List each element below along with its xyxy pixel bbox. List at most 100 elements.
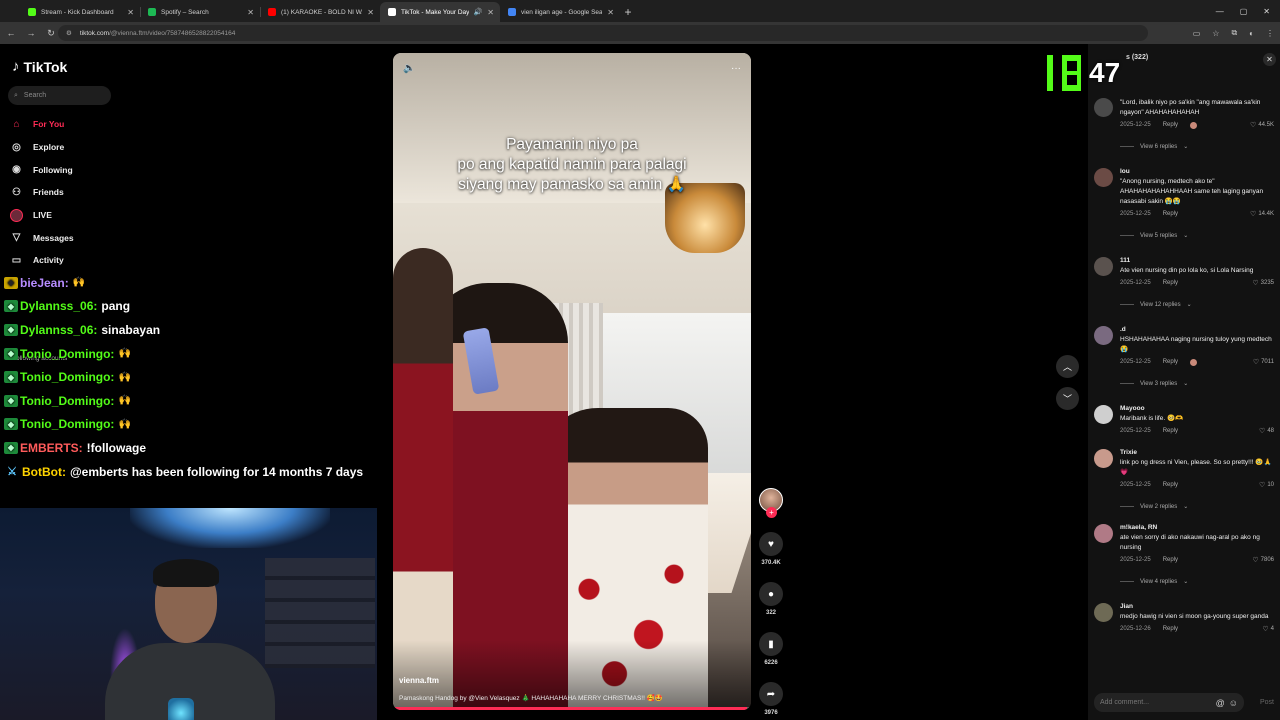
tab-close-icon[interactable]: ✕ xyxy=(127,8,134,17)
view-replies-button[interactable]: View 3 replies ⌄ xyxy=(1120,380,1274,387)
reply-button[interactable]: Reply xyxy=(1163,280,1178,286)
chat-username[interactable]: EMBERTS: xyxy=(20,441,83,455)
chat-username[interactable]: BotBot: xyxy=(22,465,66,479)
comment-like-button[interactable]: ♡ 3235 xyxy=(1252,279,1274,287)
view-replies-button[interactable]: View 2 replies ⌄ xyxy=(1120,503,1274,510)
search-input[interactable]: ⌕ Search xyxy=(8,86,111,105)
commenter-avatar[interactable] xyxy=(1094,449,1113,468)
commenter-avatar[interactable] xyxy=(1094,326,1113,345)
comment-button[interactable]: ● xyxy=(759,582,783,606)
minimize-icon[interactable]: — xyxy=(1216,7,1224,16)
chat-username[interactable]: Tonio_Domingo: xyxy=(20,370,114,384)
chat-message: ◆ Tonio_Domingo: 🙌 xyxy=(4,413,396,437)
maximize-icon[interactable]: ▢ xyxy=(1240,7,1248,16)
sidebar-item-for-you[interactable]: ⌂ For You xyxy=(10,113,74,136)
comment-like-button[interactable]: ♡ 44.5K xyxy=(1250,121,1274,129)
comment-like-button[interactable]: ♡ 48 xyxy=(1259,427,1274,435)
reply-button[interactable]: Reply xyxy=(1163,211,1178,217)
view-replies-button[interactable]: View 4 replies ⌄ xyxy=(1120,578,1274,585)
forward-icon[interactable]: → xyxy=(26,28,36,38)
commenter-avatar[interactable] xyxy=(1094,524,1113,543)
tab-close-icon[interactable]: ✕ xyxy=(607,8,614,17)
browser-tab[interactable]: (1) KARAOKE - BOLD NI WALLY ✕ xyxy=(260,2,380,22)
chat-username[interactable]: Tonio_Domingo: xyxy=(20,347,114,361)
comment-username[interactable]: Trixie xyxy=(1120,449,1274,456)
more-options-icon[interactable]: ··· xyxy=(731,63,741,74)
video-author[interactable]: vienna.ftm xyxy=(399,676,439,685)
extensions-icon[interactable]: ⧉ xyxy=(1231,28,1237,38)
reload-icon[interactable]: ↻ xyxy=(46,28,56,39)
tiktok-logo[interactable]: ♪ TikTok xyxy=(12,58,67,75)
bookmark-star-icon[interactable]: ☆ xyxy=(1212,29,1219,38)
close-window-icon[interactable]: ✕ xyxy=(1263,7,1270,16)
sidebar-item-friends[interactable]: ⚇ Friends xyxy=(10,181,74,204)
tab-audio-icon[interactable]: 🔊 xyxy=(474,8,483,16)
address-bar[interactable]: ⚙ tiktok.com/@vienna.ftm/video/758748652… xyxy=(58,25,1148,41)
chat-username[interactable]: bieJean: xyxy=(20,276,69,290)
video-progress-bar[interactable] xyxy=(393,707,751,710)
comment-like-button[interactable]: ♡ 14.4K xyxy=(1250,210,1274,218)
chat-username[interactable]: Tonio_Domingo: xyxy=(20,417,114,431)
share-button[interactable]: ➦ xyxy=(759,682,783,706)
sidebar-item-live[interactable]: LIVE xyxy=(10,204,74,227)
close-comments-button[interactable]: ✕ xyxy=(1263,53,1276,66)
previous-video-button[interactable]: ︿ xyxy=(1056,355,1079,378)
commenter-avatar[interactable] xyxy=(1094,603,1113,622)
comment-input[interactable]: Add comment... @ ☺ xyxy=(1094,693,1244,712)
comment-username[interactable]: Jian xyxy=(1120,603,1274,610)
comment-like-button[interactable]: ♡ 10 xyxy=(1259,481,1274,489)
commenter-avatar[interactable] xyxy=(1094,405,1113,424)
comment-username[interactable]: 111 xyxy=(1120,257,1274,264)
commenter-avatar[interactable] xyxy=(1094,257,1113,276)
comment-like-button[interactable]: ♡ 7806 xyxy=(1252,556,1274,564)
follow-plus-icon[interactable]: + xyxy=(766,507,777,518)
sidebar-item-following[interactable]: ◉ Following xyxy=(10,158,74,181)
sidebar-item-activity[interactable]: ▭ Activity xyxy=(10,249,74,272)
chat-username[interactable]: Dylannss_06: xyxy=(20,299,97,313)
commenter-avatar[interactable] xyxy=(1094,168,1113,187)
emoji-icon[interactable]: ☺ xyxy=(1229,698,1238,708)
view-replies-button[interactable]: View 12 replies ⌄ xyxy=(1120,301,1274,308)
commenter-avatar[interactable] xyxy=(1094,98,1113,117)
reply-button[interactable]: Reply xyxy=(1163,482,1178,488)
back-icon[interactable]: ← xyxy=(6,28,16,38)
volume-icon[interactable]: 🔈 xyxy=(403,63,415,74)
post-comment-button[interactable]: Post xyxy=(1260,699,1274,706)
cast-icon[interactable]: ▭ xyxy=(1193,29,1201,38)
reply-button[interactable]: Reply xyxy=(1163,359,1178,365)
video-player[interactable]: Payamanin niyo pa po ang kapatid namin p… xyxy=(393,53,751,710)
comment-like-button[interactable]: ♡ 7011 xyxy=(1253,358,1274,366)
site-info-icon[interactable]: ⚙ xyxy=(66,29,72,37)
reply-button[interactable]: Reply xyxy=(1163,122,1178,128)
new-tab-button[interactable]: + xyxy=(620,2,636,22)
browser-tab[interactable]: vien iligan age - Google Search ✕ xyxy=(500,2,620,22)
view-replies-button[interactable]: View 5 replies ⌄ xyxy=(1120,232,1274,239)
tab-close-icon[interactable]: ✕ xyxy=(487,8,494,17)
browser-tab[interactable]: TikTok - Make Your Day 🔊 ✕ xyxy=(380,2,500,22)
comment-like-button[interactable]: ♡ 4 xyxy=(1262,625,1274,633)
browser-tab[interactable]: Stream - Kick Dashboard ✕ xyxy=(20,2,140,22)
comment-username[interactable]: m!kaela, RN xyxy=(1120,524,1274,531)
like-button[interactable]: ♥ xyxy=(759,532,783,556)
reply-button[interactable]: Reply xyxy=(1163,428,1178,434)
comment-username[interactable]: .d xyxy=(1120,326,1274,333)
comment-username[interactable]: lou xyxy=(1120,168,1274,175)
sidebar-item-messages[interactable]: ▽ Messages xyxy=(10,226,74,249)
view-replies-button[interactable]: View 6 replies ⌄ xyxy=(1120,143,1274,150)
tab-close-icon[interactable]: ✕ xyxy=(367,8,374,17)
save-button[interactable]: ▮ xyxy=(759,632,783,656)
creator-avatar[interactable]: + xyxy=(759,488,783,518)
comment-text: Ate vien nursing din po lola ko, si Lola… xyxy=(1120,267,1254,274)
comment-username[interactable]: Mayooo xyxy=(1120,405,1274,412)
browser-tab[interactable]: Spotify – Search ✕ xyxy=(140,2,260,22)
mention-icon[interactable]: @ xyxy=(1216,698,1225,708)
chat-username[interactable]: Dylannss_06: xyxy=(20,323,97,337)
profile-icon[interactable]: ◐ xyxy=(1249,29,1254,38)
next-video-button[interactable]: ﹀ xyxy=(1056,387,1079,410)
chat-username[interactable]: Tonio_Domingo: xyxy=(20,394,114,408)
reply-button[interactable]: Reply xyxy=(1163,557,1178,563)
tab-close-icon[interactable]: ✕ xyxy=(247,8,254,17)
reply-button[interactable]: Reply xyxy=(1163,626,1178,632)
menu-icon[interactable]: ⋮ xyxy=(1266,29,1274,38)
sidebar-item-explore[interactable]: ◎ Explore xyxy=(10,136,74,159)
